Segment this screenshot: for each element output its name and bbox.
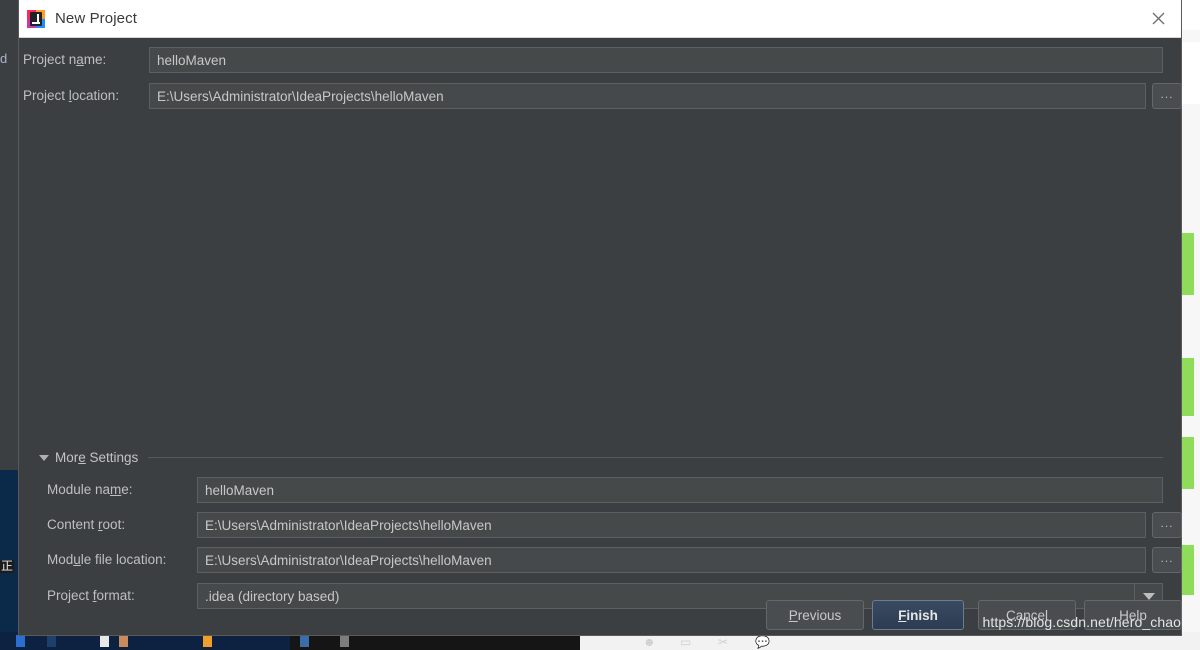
module-file-location-label-post: le file location: <box>80 552 167 567</box>
project-name-label-pre: Project n <box>23 52 77 67</box>
taskbar-icon-2[interactable] <box>47 635 56 647</box>
module-file-location-label-mnemonic: u <box>73 552 81 567</box>
marker-stripe-2 <box>1182 358 1194 416</box>
project-name-label-post: me: <box>83 52 107 67</box>
marker-stripe-1 <box>1182 233 1194 295</box>
project-location-browse-button[interactable]: ... <box>1152 83 1182 109</box>
finish-button-label: inish <box>906 607 938 623</box>
marker-stripe-3 <box>1182 437 1194 489</box>
background-left-strip <box>0 0 18 470</box>
project-location-label: Project location: <box>23 88 119 103</box>
taskbar-emoji-icon[interactable]: ☻ <box>643 635 656 649</box>
project-location-label-pre: Project <box>23 88 69 103</box>
module-name-label-post: e: <box>121 482 133 497</box>
taskbar-icon-3[interactable] <box>100 635 109 647</box>
module-name-input[interactable] <box>197 477 1163 503</box>
module-file-location-browse-button[interactable]: ... <box>1152 547 1182 573</box>
taskbar-icon-1[interactable] <box>16 635 25 647</box>
content-root-browse-button[interactable]: ... <box>1152 512 1182 538</box>
more-settings-label: More Settings <box>55 450 138 465</box>
taskbar-window-icon[interactable]: ▭ <box>680 635 691 649</box>
taskbar-icon-6[interactable] <box>300 635 309 647</box>
new-project-dialog: New Project Project name: Project locati… <box>18 0 1182 636</box>
more-settings-label-pre: Mor <box>55 450 79 465</box>
module-name-label-pre: Module na <box>47 482 111 497</box>
background-left-char: 正 <box>0 559 15 574</box>
finish-button[interactable]: Finish <box>872 600 964 630</box>
project-name-label-mnemonic: a <box>76 52 84 67</box>
watermark-url: https://blog.csdn.net/hero_chao <box>982 614 1181 630</box>
project-location-input[interactable] <box>149 83 1146 109</box>
close-icon[interactable] <box>1135 0 1181 37</box>
module-file-location-label: Module file location: <box>47 552 166 567</box>
project-name-input[interactable] <box>149 47 1163 73</box>
taskbar-icon-5[interactable] <box>203 635 212 647</box>
more-settings-label-post: Settings <box>85 450 139 465</box>
module-name-label-mnemonic: m <box>110 482 122 497</box>
taskbar-scissors-icon[interactable]: ✂ <box>718 635 728 649</box>
triangle-down-icon <box>39 454 49 461</box>
dialog-content: Project name: Project location: ... More… <box>19 38 1182 635</box>
project-name-label: Project name: <box>23 52 106 67</box>
project-format-label-post: ormat: <box>96 588 135 603</box>
content-root-label: Content root: <box>47 517 125 532</box>
project-format-label-pre: Project <box>47 588 93 603</box>
finish-button-mnemonic: F <box>898 607 907 623</box>
content-root-label-post: oot: <box>102 517 126 532</box>
taskbar-chat-icon[interactable]: 💬 <box>755 635 770 649</box>
project-location-label-post: ocation: <box>71 88 120 103</box>
dialog-titlebar: New Project <box>19 0 1181 38</box>
section-divider <box>148 457 1163 458</box>
background-left-blue-panel <box>0 470 18 635</box>
previous-button-label: revious <box>797 607 842 623</box>
more-settings-section-toggle[interactable]: More Settings <box>39 450 1163 465</box>
module-file-location-label-pre: Mod <box>47 552 74 567</box>
content-root-label-pre: Content <box>47 517 99 532</box>
more-settings-label-mnemonic: e <box>78 450 86 465</box>
taskbar-icon-7[interactable] <box>340 635 349 647</box>
background-left-text: d <box>0 51 8 66</box>
content-root-input[interactable] <box>197 512 1146 538</box>
marker-stripe-4 <box>1182 545 1194 595</box>
intellij-idea-icon <box>27 9 45 28</box>
taskbar-icon-4[interactable] <box>119 635 128 647</box>
module-name-label: Module name: <box>47 482 133 497</box>
previous-button[interactable]: Previous <box>766 600 864 630</box>
project-format-label: Project format: <box>47 588 135 603</box>
dialog-title: New Project <box>55 10 137 27</box>
module-file-location-input[interactable] <box>197 547 1146 573</box>
previous-button-mnemonic: P <box>788 607 798 623</box>
